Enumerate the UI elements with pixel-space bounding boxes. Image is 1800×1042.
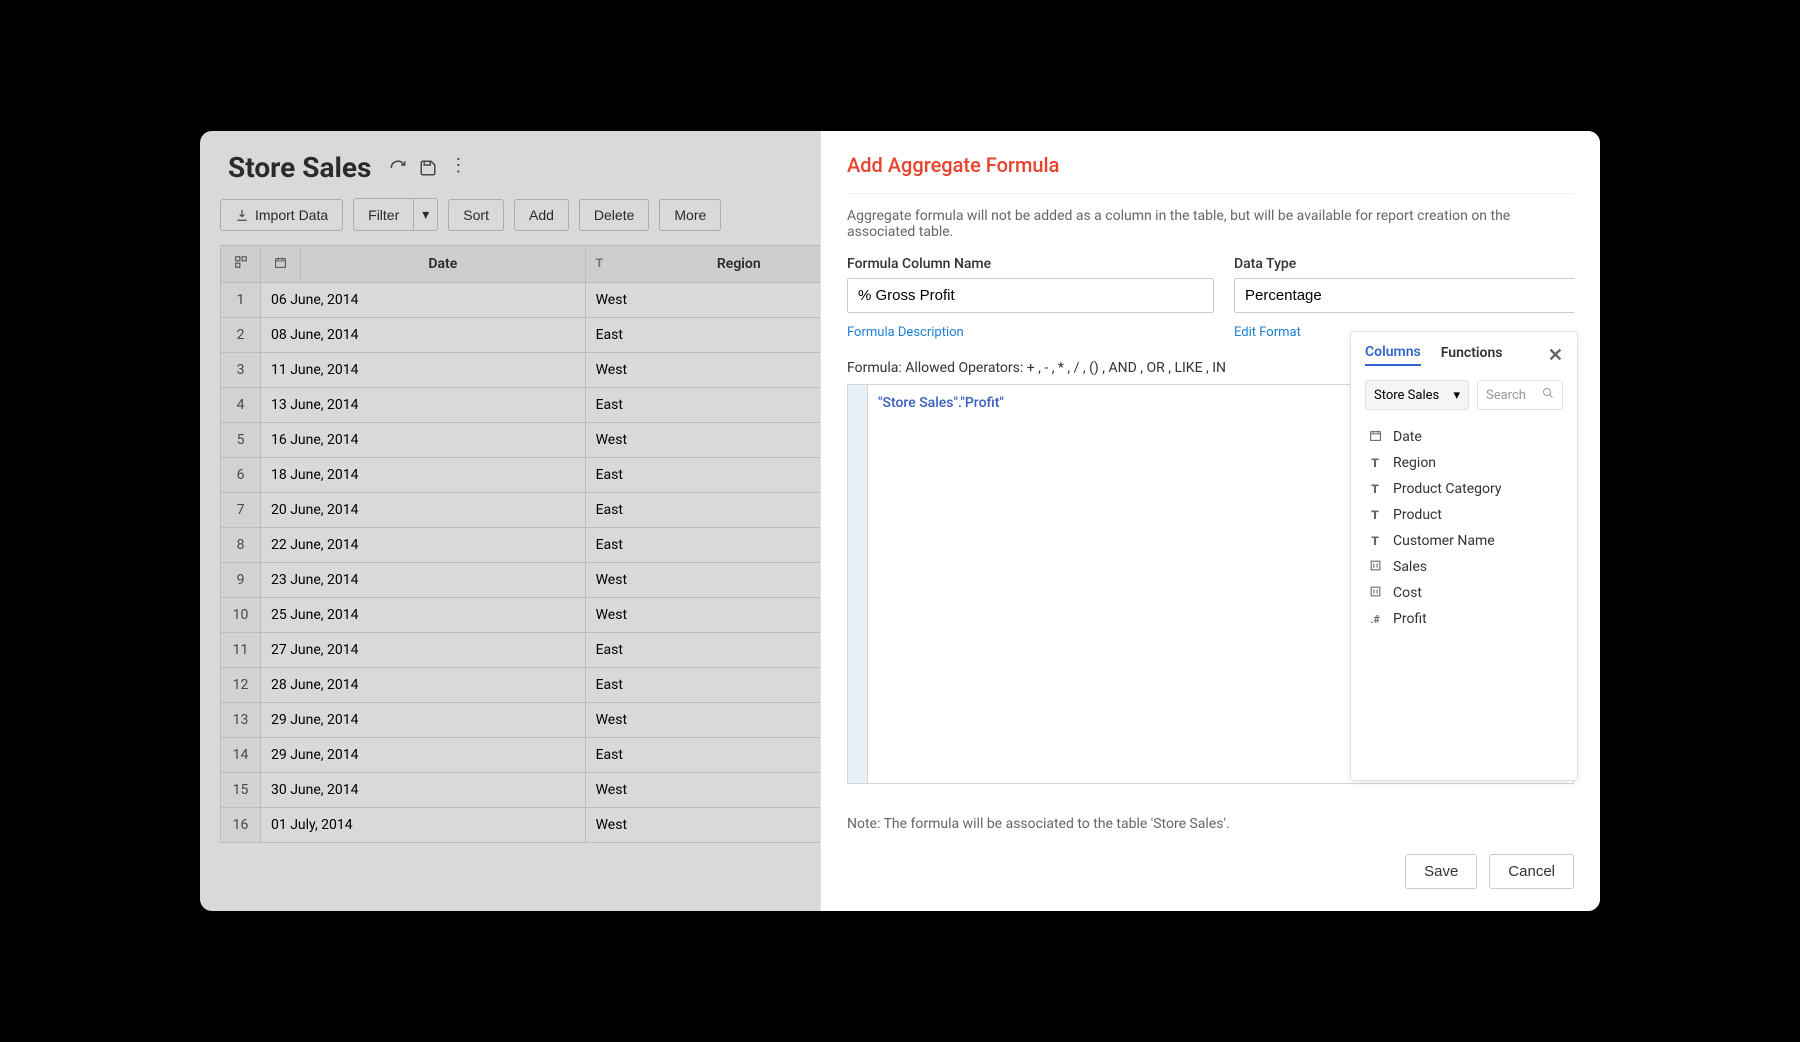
modal-description: Aggregate formula will not be added as a…	[847, 208, 1574, 240]
column-label: Cost	[1393, 585, 1422, 601]
row-number: 9	[221, 563, 261, 598]
row-number: 15	[221, 773, 261, 808]
formula-column-name-input[interactable]	[847, 278, 1214, 313]
column-type-icon	[1367, 559, 1383, 575]
column-label: Sales	[1393, 559, 1427, 575]
search-icon	[1542, 387, 1554, 403]
column-type-icon: .#	[1367, 612, 1383, 626]
column-item[interactable]: T Product Category	[1365, 476, 1563, 502]
filter-dropdown-button[interactable]: ▾	[414, 198, 438, 231]
cell-date: 11 June, 2014	[261, 353, 586, 388]
row-number: 4	[221, 388, 261, 423]
page-title: Store Sales	[228, 151, 371, 184]
tab-functions[interactable]: Functions	[1441, 345, 1503, 365]
cell-date: 25 June, 2014	[261, 598, 586, 633]
row-number: 11	[221, 633, 261, 668]
cell-date: 08 June, 2014	[261, 318, 586, 353]
col-date[interactable]: Date	[301, 246, 586, 283]
column-type-icon	[1367, 585, 1383, 601]
column-label: Profit	[1393, 611, 1427, 627]
column-item[interactable]: T Region	[1365, 450, 1563, 476]
cell-date: 27 June, 2014	[261, 633, 586, 668]
row-number: 2	[221, 318, 261, 353]
column-type-icon: T	[1367, 508, 1383, 522]
import-icon	[235, 208, 249, 222]
date-type-icon	[261, 246, 301, 283]
more-button[interactable]: More	[659, 199, 721, 231]
row-number: 1	[221, 283, 261, 318]
cell-date: 01 July, 2014	[261, 808, 586, 843]
cell-date: 23 June, 2014	[261, 563, 586, 598]
formula-gutter	[848, 385, 868, 783]
column-type-icon: T	[1367, 534, 1383, 548]
column-item[interactable]: T Customer Name	[1365, 528, 1563, 554]
close-icon[interactable]: ✕	[1548, 345, 1563, 366]
cell-date: 06 June, 2014	[261, 283, 586, 318]
cell-date: 18 June, 2014	[261, 458, 586, 493]
tab-columns[interactable]: Columns	[1365, 344, 1421, 366]
cell-date: 22 June, 2014	[261, 528, 586, 563]
column-label: Customer Name	[1393, 533, 1495, 549]
app-window: Store Sales ⋮ Import Data Filter ▾ Sort	[200, 131, 1600, 911]
row-number: 13	[221, 703, 261, 738]
cell-date: 30 June, 2014	[261, 773, 586, 808]
row-number: 3	[221, 353, 261, 388]
formula-description-link[interactable]: Formula Description	[847, 325, 1214, 340]
save-icon[interactable]	[419, 159, 437, 177]
column-config-icon[interactable]	[221, 246, 261, 283]
column-item[interactable]: Date	[1365, 424, 1563, 450]
table-select[interactable]: Store Sales ▾	[1365, 380, 1469, 410]
modal-title: Add Aggregate Formula	[847, 153, 1574, 177]
column-item[interactable]: T Product	[1365, 502, 1563, 528]
cell-date: 29 June, 2014	[261, 703, 586, 738]
delete-button[interactable]: Delete	[579, 199, 649, 231]
add-aggregate-formula-panel: Add Aggregate Formula Aggregate formula …	[820, 131, 1600, 911]
column-label: Region	[1393, 455, 1436, 471]
column-item[interactable]: .# Profit	[1365, 606, 1563, 632]
row-number: 12	[221, 668, 261, 703]
columns-side-panel: Columns Functions ✕ Store Sales ▾ Search…	[1350, 331, 1578, 781]
row-number: 5	[221, 423, 261, 458]
cell-date: 29 June, 2014	[261, 738, 586, 773]
cell-date: 13 June, 2014	[261, 388, 586, 423]
column-item[interactable]: Sales	[1365, 554, 1563, 580]
row-number: 16	[221, 808, 261, 843]
import-data-button[interactable]: Import Data	[220, 199, 343, 231]
data-type-select[interactable]	[1234, 278, 1574, 313]
more-icon[interactable]: ⋮	[449, 159, 467, 177]
save-button[interactable]: Save	[1405, 854, 1477, 889]
column-item[interactable]: Cost	[1365, 580, 1563, 606]
data-type-label: Data Type	[1234, 256, 1574, 272]
refresh-icon[interactable]	[389, 159, 407, 177]
formula-note: Note: The formula will be associated to …	[847, 816, 1574, 832]
row-number: 14	[221, 738, 261, 773]
cell-date: 20 June, 2014	[261, 493, 586, 528]
column-type-icon: T	[1367, 482, 1383, 496]
column-search-input[interactable]: Search	[1477, 380, 1563, 410]
formula-token: "Store Sales"."Profit"	[878, 395, 1004, 411]
column-label: Date	[1393, 429, 1422, 445]
column-type-icon: T	[1367, 456, 1383, 470]
cancel-button[interactable]: Cancel	[1489, 854, 1574, 889]
row-number: 6	[221, 458, 261, 493]
chevron-down-icon: ▾	[1453, 388, 1460, 403]
column-type-icon	[1367, 429, 1383, 445]
cell-date: 28 June, 2014	[261, 668, 586, 703]
filter-button[interactable]: Filter	[353, 198, 414, 231]
column-label: Product	[1393, 507, 1442, 523]
sort-button[interactable]: Sort	[448, 199, 504, 231]
formula-column-name-label: Formula Column Name	[847, 256, 1214, 272]
import-label: Import Data	[255, 207, 328, 223]
row-number: 8	[221, 528, 261, 563]
column-label: Product Category	[1393, 481, 1502, 497]
add-button[interactable]: Add	[514, 199, 569, 231]
cell-date: 16 June, 2014	[261, 423, 586, 458]
row-number: 10	[221, 598, 261, 633]
row-number: 7	[221, 493, 261, 528]
